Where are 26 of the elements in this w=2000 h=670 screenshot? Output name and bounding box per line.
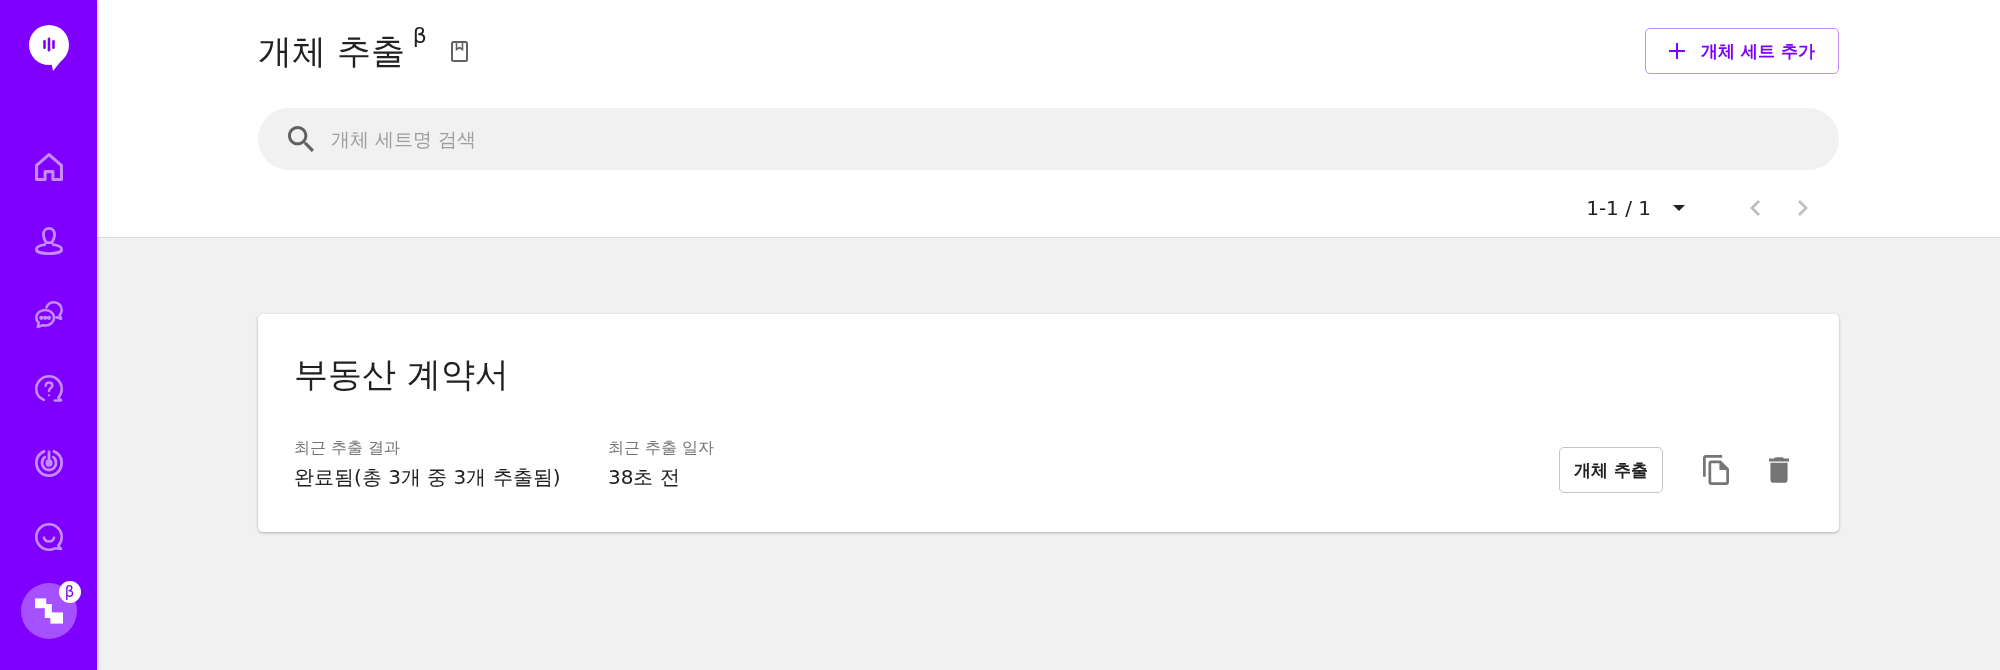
field-value: 38초 전 [608,463,680,491]
copy-icon[interactable] [1703,454,1729,486]
beta-badge: β [58,581,81,603]
caret-down-icon[interactable] [1673,205,1685,211]
flowchart-icon [34,597,63,625]
chat-bubbles-icon [34,301,63,329]
page-title: 개체 추출 [258,30,405,73]
search-icon [288,126,314,152]
add-set-button[interactable]: 개체 세트 추가 [1645,28,1839,74]
book-icon[interactable] [450,40,468,62]
card-title: 부동산 계약서 [294,353,510,396]
logo-icon [28,25,69,71]
question-bubble-icon [34,375,63,403]
field-value: 완료됨(총 3개 중 3개 추출됨) [294,463,561,491]
extract-button[interactable]: 개체 추출 [1559,447,1663,493]
field-label: 최근 추출 일자 [608,436,715,459]
beta-label: β [412,25,427,47]
plus-icon [1669,43,1686,59]
field-label: 최근 추출 결과 [294,436,401,459]
trash-icon[interactable] [1769,457,1789,483]
home-icon [34,153,63,181]
radar-icon [34,449,63,477]
user-icon [34,227,63,255]
search-field[interactable]: 개체 세트명 검색 [258,108,1839,170]
smile-bubble-icon [34,523,63,551]
page-range: 1-1 / 1 [1586,196,1651,220]
